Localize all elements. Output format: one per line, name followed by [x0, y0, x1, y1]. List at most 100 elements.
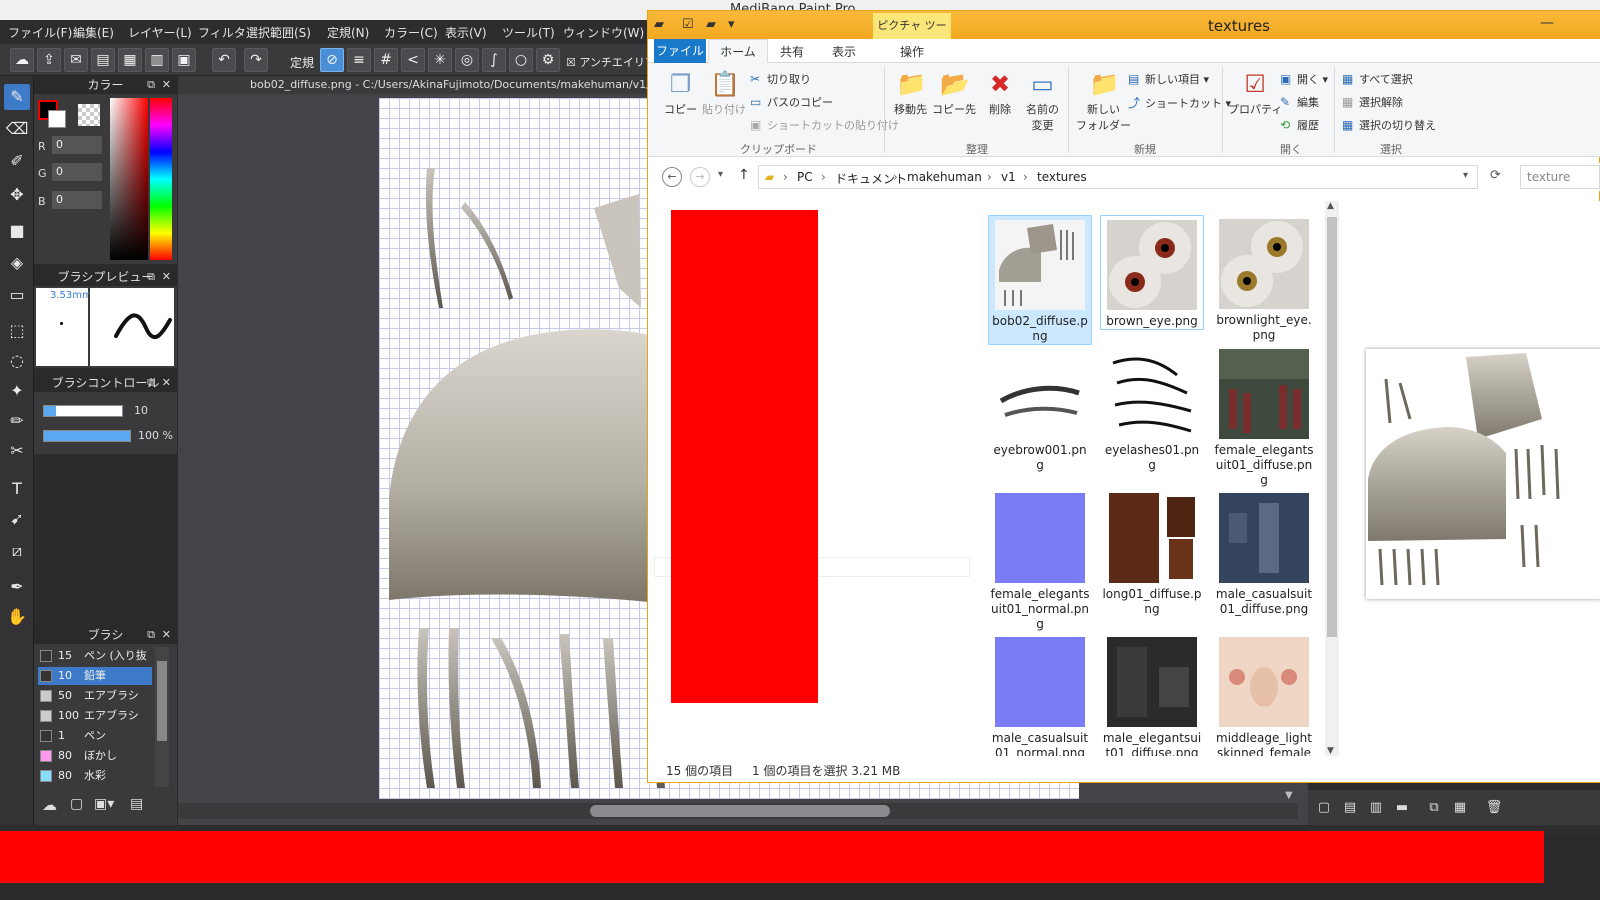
search-input[interactable]: texture — [1520, 165, 1600, 189]
file-list-scroll-thumb[interactable] — [1327, 217, 1337, 637]
file-list-scrollbar[interactable]: ▲ ▼ — [1325, 201, 1339, 756]
copy-button[interactable]: ❐ コピー — [664, 69, 697, 117]
move-to-button[interactable]: 📁 移動先 — [894, 69, 927, 117]
brush-item[interactable]: 100 エアブラシ — [38, 707, 152, 725]
divide-tool-icon[interactable]: ⧄ — [4, 538, 30, 564]
saturation-value-picker[interactable] — [110, 98, 148, 260]
file-item[interactable]: long01_diffuse.png — [1100, 489, 1204, 617]
address-bar[interactable]: ▰ › PC › ドキュメント › makehuman › v1 › textu… — [758, 165, 1478, 189]
close-icon[interactable]: ✕ — [162, 626, 171, 644]
brush-menu-icon[interactable]: ▣▾ — [94, 796, 114, 812]
select-none-button[interactable]: ▦ 選択解除 — [1342, 94, 1403, 110]
hue-slider[interactable] — [150, 98, 172, 260]
brush-list-scrollbar[interactable] — [155, 647, 169, 787]
close-icon[interactable]: ✕ — [162, 268, 171, 286]
hand-tool-icon[interactable]: ✋ — [4, 604, 30, 630]
curve-ruler-icon[interactable]: ∫ — [482, 48, 506, 72]
address-dropdown-icon[interactable]: ▾ — [1463, 170, 1468, 181]
r-input[interactable]: 0 — [52, 136, 102, 154]
new-folder-icon[interactable]: ▰ — [706, 17, 716, 32]
canvas-horizontal-scrollbar[interactable] — [178, 803, 1298, 819]
comment-icon[interactable]: ✉ — [64, 48, 88, 72]
scroll-down-icon[interactable]: ▼ — [1327, 746, 1334, 756]
menu-file[interactable]: ファイル(F) — [8, 24, 72, 41]
new-layer-icon[interactable]: ▢ — [1314, 798, 1334, 818]
tab-share[interactable]: 共有 — [780, 43, 804, 60]
text-tool-icon[interactable]: T — [4, 476, 30, 502]
cloud-brush-icon[interactable]: ☁ — [42, 796, 57, 814]
brush-item[interactable]: 15ペン (入り抜き — [38, 647, 152, 680]
bucket-tool-icon[interactable]: ◈ — [4, 250, 30, 276]
chat-icon[interactable]: ▤ — [91, 48, 115, 72]
paste-button[interactable]: 📋 貼り付け — [702, 69, 746, 117]
new-halftone-layer-icon[interactable]: ▤ — [1340, 798, 1360, 818]
file-item[interactable]: bob02_diffuse.png — [988, 215, 1092, 345]
document-tab[interactable]: bob02_diffuse.png - C:/Users/AkinaFujimo… — [178, 76, 658, 94]
picture-tools-tab[interactable]: ピクチャ ツール — [873, 13, 951, 58]
tab-file[interactable]: ファイル — [654, 39, 706, 63]
refresh-icon[interactable]: ⟳ — [1490, 168, 1501, 183]
rename-button[interactable]: ▭ 名前の 変更 — [1026, 69, 1059, 133]
new-folder-button[interactable]: 📁 新しい フォルダー — [1076, 69, 1131, 133]
duplicate-layer-icon[interactable]: ⧉ — [1424, 798, 1444, 818]
eraser-tool-icon[interactable]: ⌫ — [4, 116, 30, 142]
new-8bit-layer-icon[interactable]: ▥ — [1366, 798, 1386, 818]
gradient-tool-icon[interactable]: ▭ — [4, 282, 30, 308]
delete-button[interactable]: ✖ 削除 — [986, 69, 1014, 117]
tab-view[interactable]: 表示 — [832, 43, 856, 60]
settings-icon[interactable]: ⚙ — [536, 48, 560, 72]
menu-tool[interactable]: ツール(T) — [502, 24, 555, 41]
brush-item[interactable]: 80 水彩 — [38, 767, 152, 785]
brush-item[interactable]: 80 ぼかし — [38, 747, 152, 765]
menu-color[interactable]: カラー(C) — [384, 24, 438, 41]
breadcrumb-textures[interactable]: textures — [1037, 170, 1087, 184]
menu-edit[interactable]: 編集(E) — [73, 24, 114, 41]
select-all-button[interactable]: ▦ すべて選択 — [1342, 71, 1413, 87]
detach-icon[interactable]: ⧉ — [147, 268, 155, 286]
file-item[interactable]: eyebrow001.png — [988, 345, 1092, 473]
operation-tool-icon[interactable]: ➹ — [4, 506, 30, 532]
copy-to-button[interactable]: 📂 コピー先 — [932, 69, 976, 117]
ruler-off-icon[interactable]: ⊘ — [320, 48, 344, 72]
background-color-swatch[interactable] — [48, 110, 66, 128]
open-button[interactable]: ▣ 開く ▾ — [1280, 71, 1328, 87]
undo-icon[interactable]: ↶ — [212, 48, 236, 72]
tab-home[interactable]: ホーム — [708, 39, 768, 64]
menu-ruler[interactable]: 定規(N) — [327, 24, 369, 41]
breadcrumb-v1[interactable]: v1 — [1001, 170, 1016, 184]
radial-ruler-icon[interactable]: ✳ — [428, 48, 452, 72]
brush-size-slider[interactable] — [43, 405, 123, 417]
tab-manage[interactable]: 操作 — [900, 43, 924, 60]
transparent-color-swatch[interactable] — [78, 104, 100, 126]
edit-button[interactable]: ✎ 編集 — [1280, 94, 1319, 110]
select-pen-icon[interactable]: ✏ — [4, 408, 30, 434]
rectangle-tool-icon[interactable]: ■ — [4, 218, 30, 244]
shortcut-button[interactable]: ⤴ ショートカット ▾ — [1128, 94, 1231, 111]
detach-icon[interactable]: ⧉ — [147, 626, 155, 644]
dot-pen-tool-icon[interactable]: ✐ — [4, 148, 30, 174]
ellipse-ruler-icon[interactable]: ○ — [509, 48, 533, 72]
brush-tool-icon[interactable]: ✎ — [4, 84, 30, 110]
forward-icon[interactable]: → — [690, 167, 710, 187]
g-input[interactable]: 0 — [52, 163, 102, 181]
brush-item[interactable]: 10 鉛筆 — [38, 667, 152, 685]
brush-settings-icon[interactable]: ▤ — [130, 796, 143, 812]
scroll-up-icon[interactable]: ▲ — [1327, 201, 1334, 211]
copy-path-button[interactable]: ▭ パスのコピー — [750, 94, 833, 110]
file-item[interactable]: male_casualsuit01_normal.png — [988, 633, 1092, 756]
detach-icon[interactable]: ⧉ — [147, 76, 155, 94]
file-item[interactable]: brownlight_eye.png — [1212, 215, 1316, 343]
select-rect-icon[interactable]: ⬚ — [4, 318, 30, 344]
history-button[interactable]: ⟲ 履歴 — [1280, 117, 1319, 133]
file-item[interactable]: eyelashes01.png — [1100, 345, 1204, 473]
upload-icon[interactable]: ⇪ — [37, 48, 61, 72]
redo-icon[interactable]: ↷ — [244, 48, 268, 72]
file-item[interactable]: middleage_lightskinned_female_diffuse2.p… — [1212, 633, 1316, 756]
close-icon[interactable]: ✕ — [162, 374, 171, 392]
grid-ruler-icon[interactable]: # — [374, 48, 398, 72]
document-icon[interactable]: ▦ — [118, 48, 142, 72]
brush-list-scroll-thumb[interactable] — [157, 661, 167, 741]
properties-button[interactable]: ☑ プロパティ — [1228, 69, 1282, 117]
file-item[interactable]: female_elegantsuit01_diffuse.png — [1212, 345, 1316, 488]
new-folder-icon[interactable]: ▬ — [1392, 798, 1412, 818]
